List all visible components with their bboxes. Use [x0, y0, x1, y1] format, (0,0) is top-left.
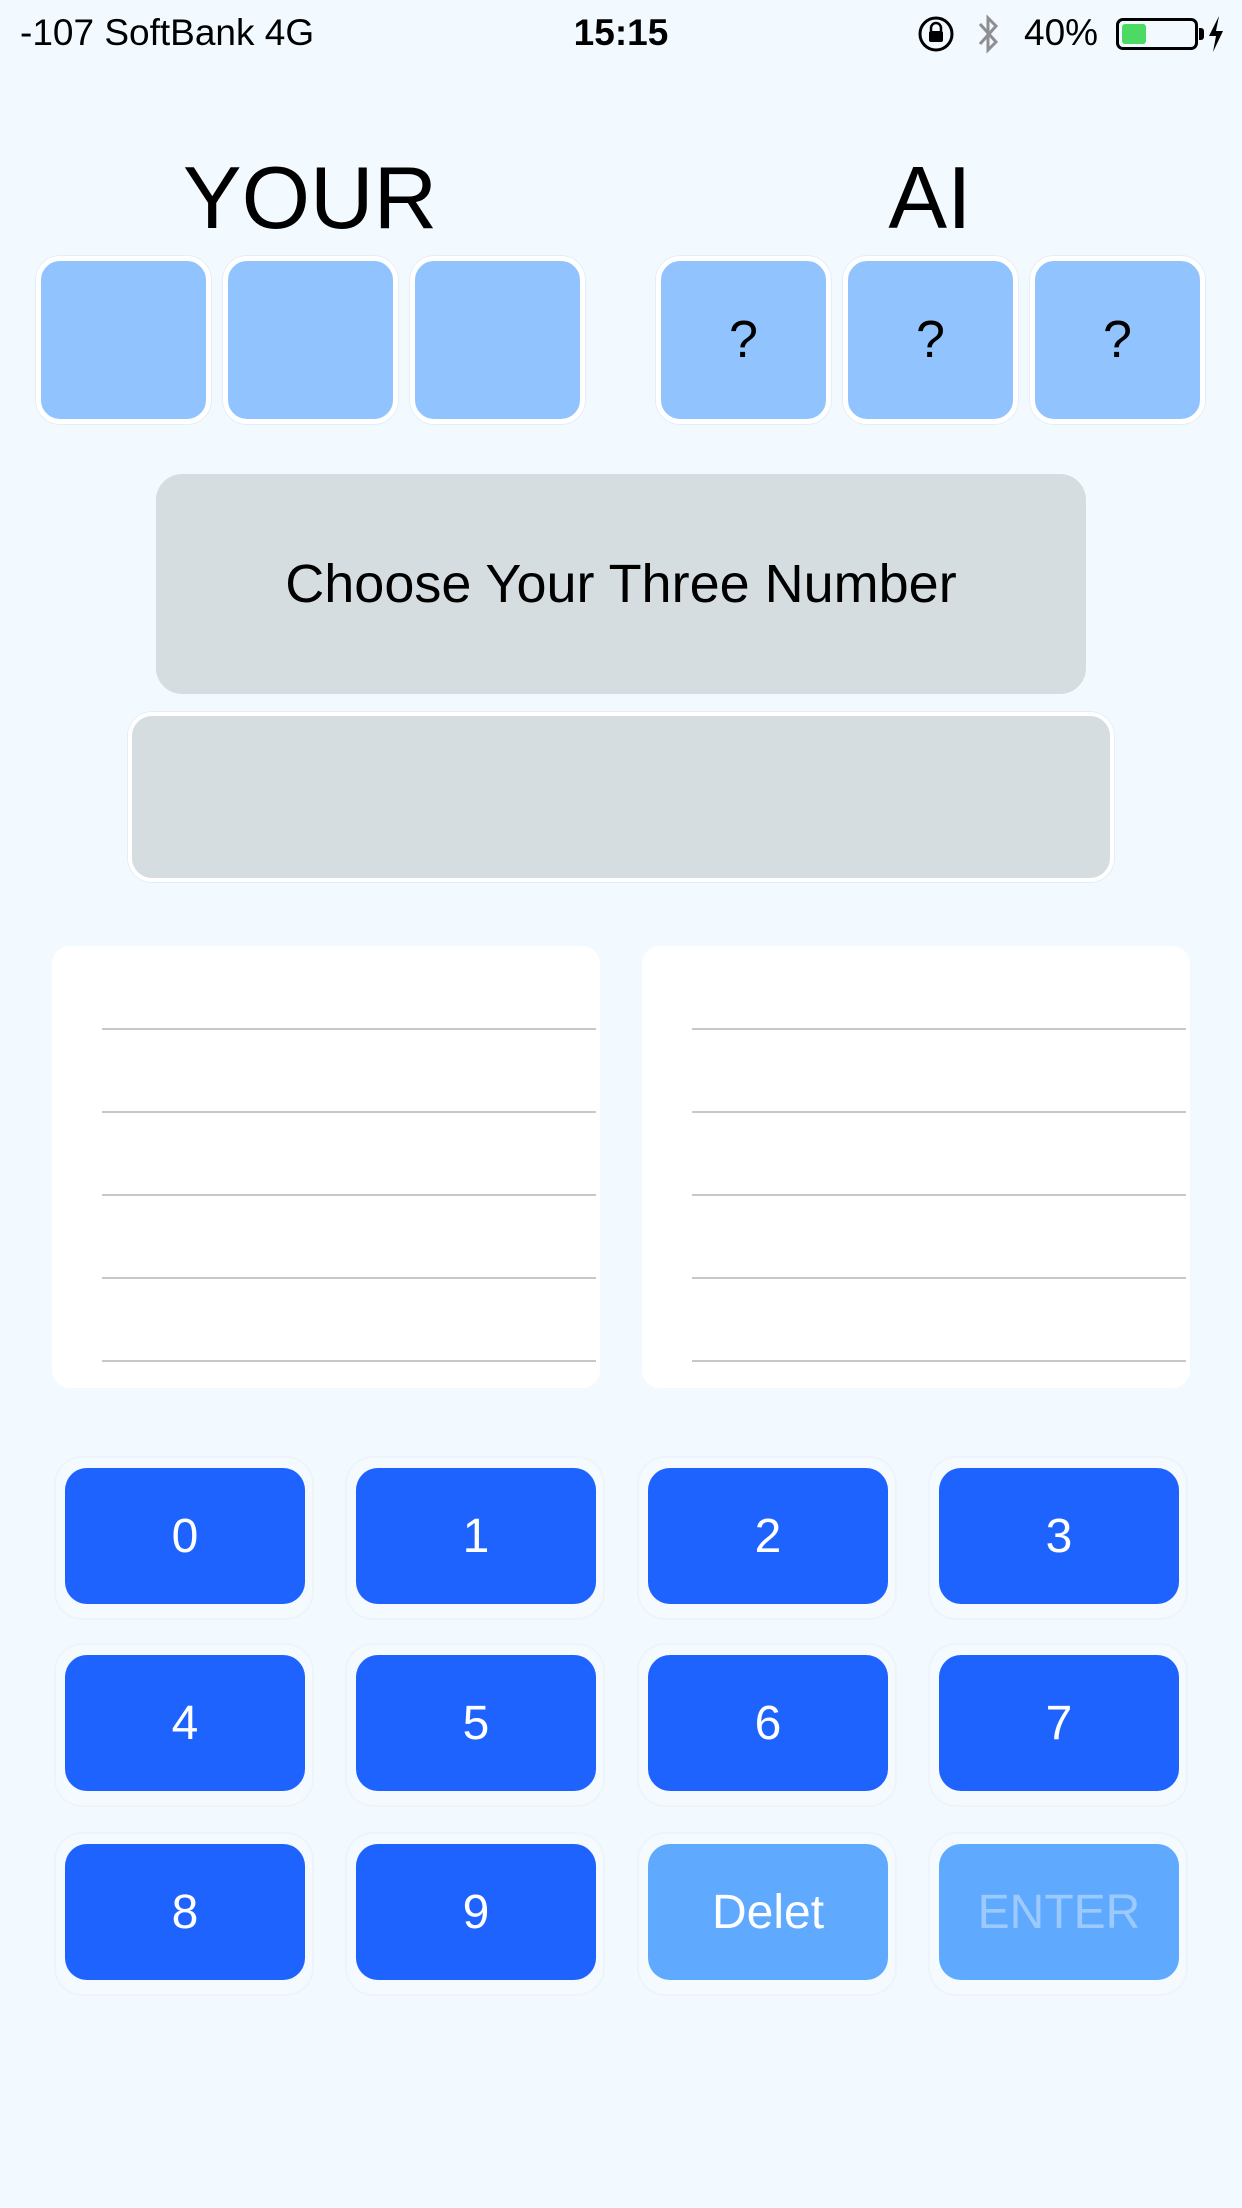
key-3-button[interactable]: 3 [939, 1468, 1179, 1604]
key-2-button[interactable]: 2 [648, 1468, 888, 1604]
ai-digit-box-2: ? [843, 256, 1018, 424]
table-row [692, 1029, 1186, 1113]
table-row [102, 946, 596, 1030]
your-digit-box-1 [36, 256, 211, 424]
ai-history-table[interactable] [642, 946, 1190, 1388]
delete-button[interactable]: Delet [648, 1844, 888, 1980]
charging-icon [1209, 16, 1223, 52]
key-7-button[interactable]: 7 [939, 1655, 1179, 1791]
key-4-button[interactable]: 4 [65, 1655, 305, 1791]
key-1-button[interactable]: 1 [356, 1468, 596, 1604]
battery-percent-label: 40% [1024, 12, 1099, 53]
table-row [692, 946, 1186, 1030]
your-digit-box-2 [223, 256, 398, 424]
key-cell-1: 1 [347, 1458, 603, 1618]
key-0-button[interactable]: 0 [65, 1468, 305, 1604]
key-9-button[interactable]: 9 [356, 1844, 596, 1980]
message-box: Choose Your Three Number [156, 474, 1086, 694]
battery-fill [1122, 24, 1147, 44]
table-row [102, 1195, 596, 1279]
ai-digit-box-1: ? [656, 256, 831, 424]
key-cell-2: 2 [639, 1458, 895, 1618]
ai-digit-box-3: ? [1030, 256, 1205, 424]
table-row [692, 1278, 1186, 1362]
key-cell-7: 7 [930, 1645, 1186, 1805]
key-cell-9: 9 [347, 1834, 603, 1994]
key-cell-3: 3 [930, 1458, 1186, 1618]
bluetooth-icon [978, 14, 999, 54]
battery-icon [1116, 18, 1198, 50]
battery-cap [1199, 28, 1204, 40]
key-5-button[interactable]: 5 [356, 1655, 596, 1791]
input-display [128, 712, 1114, 882]
your-title: YOUR [182, 148, 438, 247]
table-row [102, 1029, 596, 1113]
key-cell-0: 0 [56, 1458, 312, 1618]
table-row [692, 1112, 1186, 1196]
key-cell-4: 4 [56, 1645, 312, 1805]
table-row [102, 1278, 596, 1362]
key-6-button[interactable]: 6 [648, 1655, 888, 1791]
key-cell-6: 6 [639, 1645, 895, 1805]
key-cell-delete: Delet [639, 1834, 895, 1994]
ai-title: AI [888, 148, 972, 247]
your-history-table[interactable] [52, 946, 600, 1388]
key-8-button[interactable]: 8 [65, 1844, 305, 1980]
your-digit-box-3 [410, 256, 585, 424]
message-text: Choose Your Three Number [285, 554, 957, 614]
key-cell-enter: ENTER [930, 1834, 1186, 1994]
orientation-lock-icon [918, 16, 954, 52]
key-cell-8: 8 [56, 1834, 312, 1994]
key-cell-5: 5 [347, 1645, 603, 1805]
enter-button[interactable]: ENTER [939, 1844, 1179, 1980]
table-row [692, 1195, 1186, 1279]
table-row [102, 1112, 596, 1196]
